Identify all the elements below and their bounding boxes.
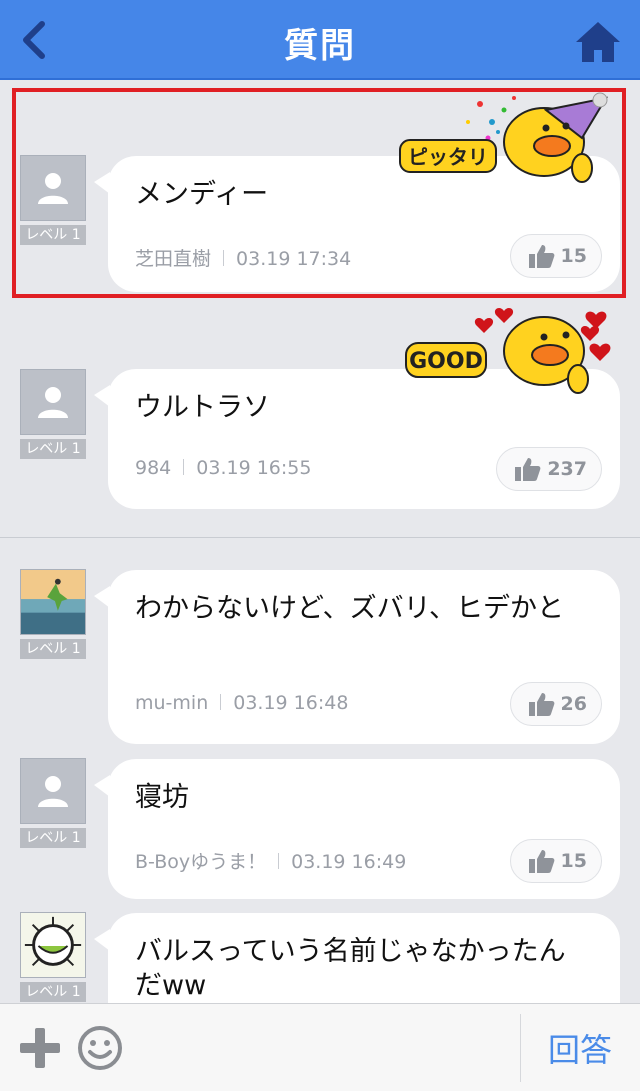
page-title: 質問 [284, 26, 356, 66]
thumbs-up-icon [528, 245, 554, 268]
author-name[interactable]: B-Boyゆうま！ [135, 851, 266, 873]
like-count: 15 [560, 245, 587, 267]
illustration-avatar-image [21, 913, 85, 977]
sticker-text: GOOD [409, 349, 483, 374]
like-button[interactable]: 237 [496, 447, 602, 491]
answer-meta: B-Boyゆうま！ 03.19 16:49 [135, 847, 406, 874]
answer-button[interactable]: 回答 [520, 1004, 640, 1091]
answer-bubble[interactable]: わからないけど、ズバリ、ヒデかと mu-min 03.19 16:48 26 [94, 570, 620, 744]
nav-bar: 質問 [0, 0, 640, 80]
timestamp: 03.19 16:55 [196, 457, 312, 479]
timestamp: 03.19 17:34 [236, 248, 352, 270]
answer-item: レベル 1 バルスっていう名前じゃなかったんだww [0, 910, 640, 1003]
pittari-sticker: ピッタリ [399, 92, 609, 183]
thumbs-up-icon [528, 850, 554, 873]
person-icon [38, 387, 68, 418]
user-avatar-block[interactable]: レベル 1 [20, 569, 86, 659]
meta-separator [278, 853, 280, 869]
answer-item: レベル 1 わからないけど、ズバリ、ヒデかと mu-min 03.19 16:48… [0, 538, 640, 744]
level-badge: レベル 1 [20, 639, 86, 659]
like-count: 237 [547, 458, 587, 480]
thumbs-up-icon [528, 693, 554, 716]
answer-meta: mu-min 03.19 16:48 [135, 692, 348, 714]
level-badge: レベル 1 [20, 225, 86, 245]
level-badge: レベル 1 [20, 982, 86, 1002]
answer-item: レベル 1 ウルトラソ 984 03.19 16:55 237 GOOD [0, 297, 640, 537]
answer-meta: 芝田直樹 03.19 17:34 [135, 244, 351, 271]
meta-separator [220, 694, 222, 710]
answer-meta: 984 03.19 16:55 [135, 457, 311, 479]
level-badge: レベル 1 [20, 439, 86, 459]
home-icon[interactable] [574, 20, 622, 64]
user-avatar-block[interactable]: レベル 1 [20, 155, 86, 245]
like-button[interactable]: 15 [509, 234, 602, 278]
like-button[interactable]: 15 [509, 839, 602, 883]
good-sticker: GOOD [405, 308, 611, 394]
avatar[interactable] [20, 155, 86, 221]
avatar[interactable] [20, 569, 86, 635]
avatar[interactable] [20, 912, 86, 978]
user-avatar-block[interactable]: レベル 1 [20, 912, 86, 1002]
smiley-icon[interactable] [76, 1024, 124, 1072]
answer-bubble[interactable]: バルスっていう名前じゃなかったんだww [94, 913, 620, 1003]
avatar[interactable] [20, 758, 86, 824]
meta-separator [183, 459, 185, 475]
meta-separator [223, 250, 225, 266]
author-name[interactable]: 芝田直樹 [135, 248, 211, 270]
avatar[interactable] [20, 369, 86, 435]
sticker-text: ピッタリ [408, 145, 488, 169]
level-badge: レベル 1 [20, 828, 86, 848]
answer-feed[interactable]: レベル 1 メンディー 芝田直樹 03.19 17:34 15 ピッタリ レベル… [0, 82, 640, 1003]
timestamp: 03.19 16:48 [233, 692, 349, 714]
answer-item: レベル 1 寝坊 B-Boyゆうま！ 03.19 16:49 15 [0, 756, 640, 906]
answer-text: 寝坊 [135, 782, 189, 813]
timestamp: 03.19 16:49 [291, 851, 407, 873]
person-icon [38, 173, 68, 204]
answer-bubble[interactable]: 寝坊 B-Boyゆうま！ 03.19 16:49 15 [94, 759, 620, 899]
like-count: 26 [560, 693, 587, 715]
like-button[interactable]: 26 [509, 682, 602, 726]
answer-text: バルスっていう名前じゃなかったんだww [135, 936, 566, 1001]
author-name[interactable]: mu-min [135, 692, 208, 714]
author-name[interactable]: 984 [135, 457, 171, 479]
thumbs-up-icon [515, 458, 541, 481]
bottom-bar: 回答 [0, 1003, 640, 1091]
user-avatar-block[interactable]: レベル 1 [20, 758, 86, 848]
user-avatar-block[interactable]: レベル 1 [20, 369, 86, 459]
photo-avatar-image [21, 570, 85, 634]
like-count: 15 [560, 850, 587, 872]
answer-text: わからないけど、ズバリ、ヒデかと [135, 593, 565, 624]
answer-item: レベル 1 メンディー 芝田直樹 03.19 17:34 15 ピッタリ [0, 82, 640, 298]
plus-icon[interactable] [18, 1026, 62, 1070]
person-icon [38, 776, 68, 807]
